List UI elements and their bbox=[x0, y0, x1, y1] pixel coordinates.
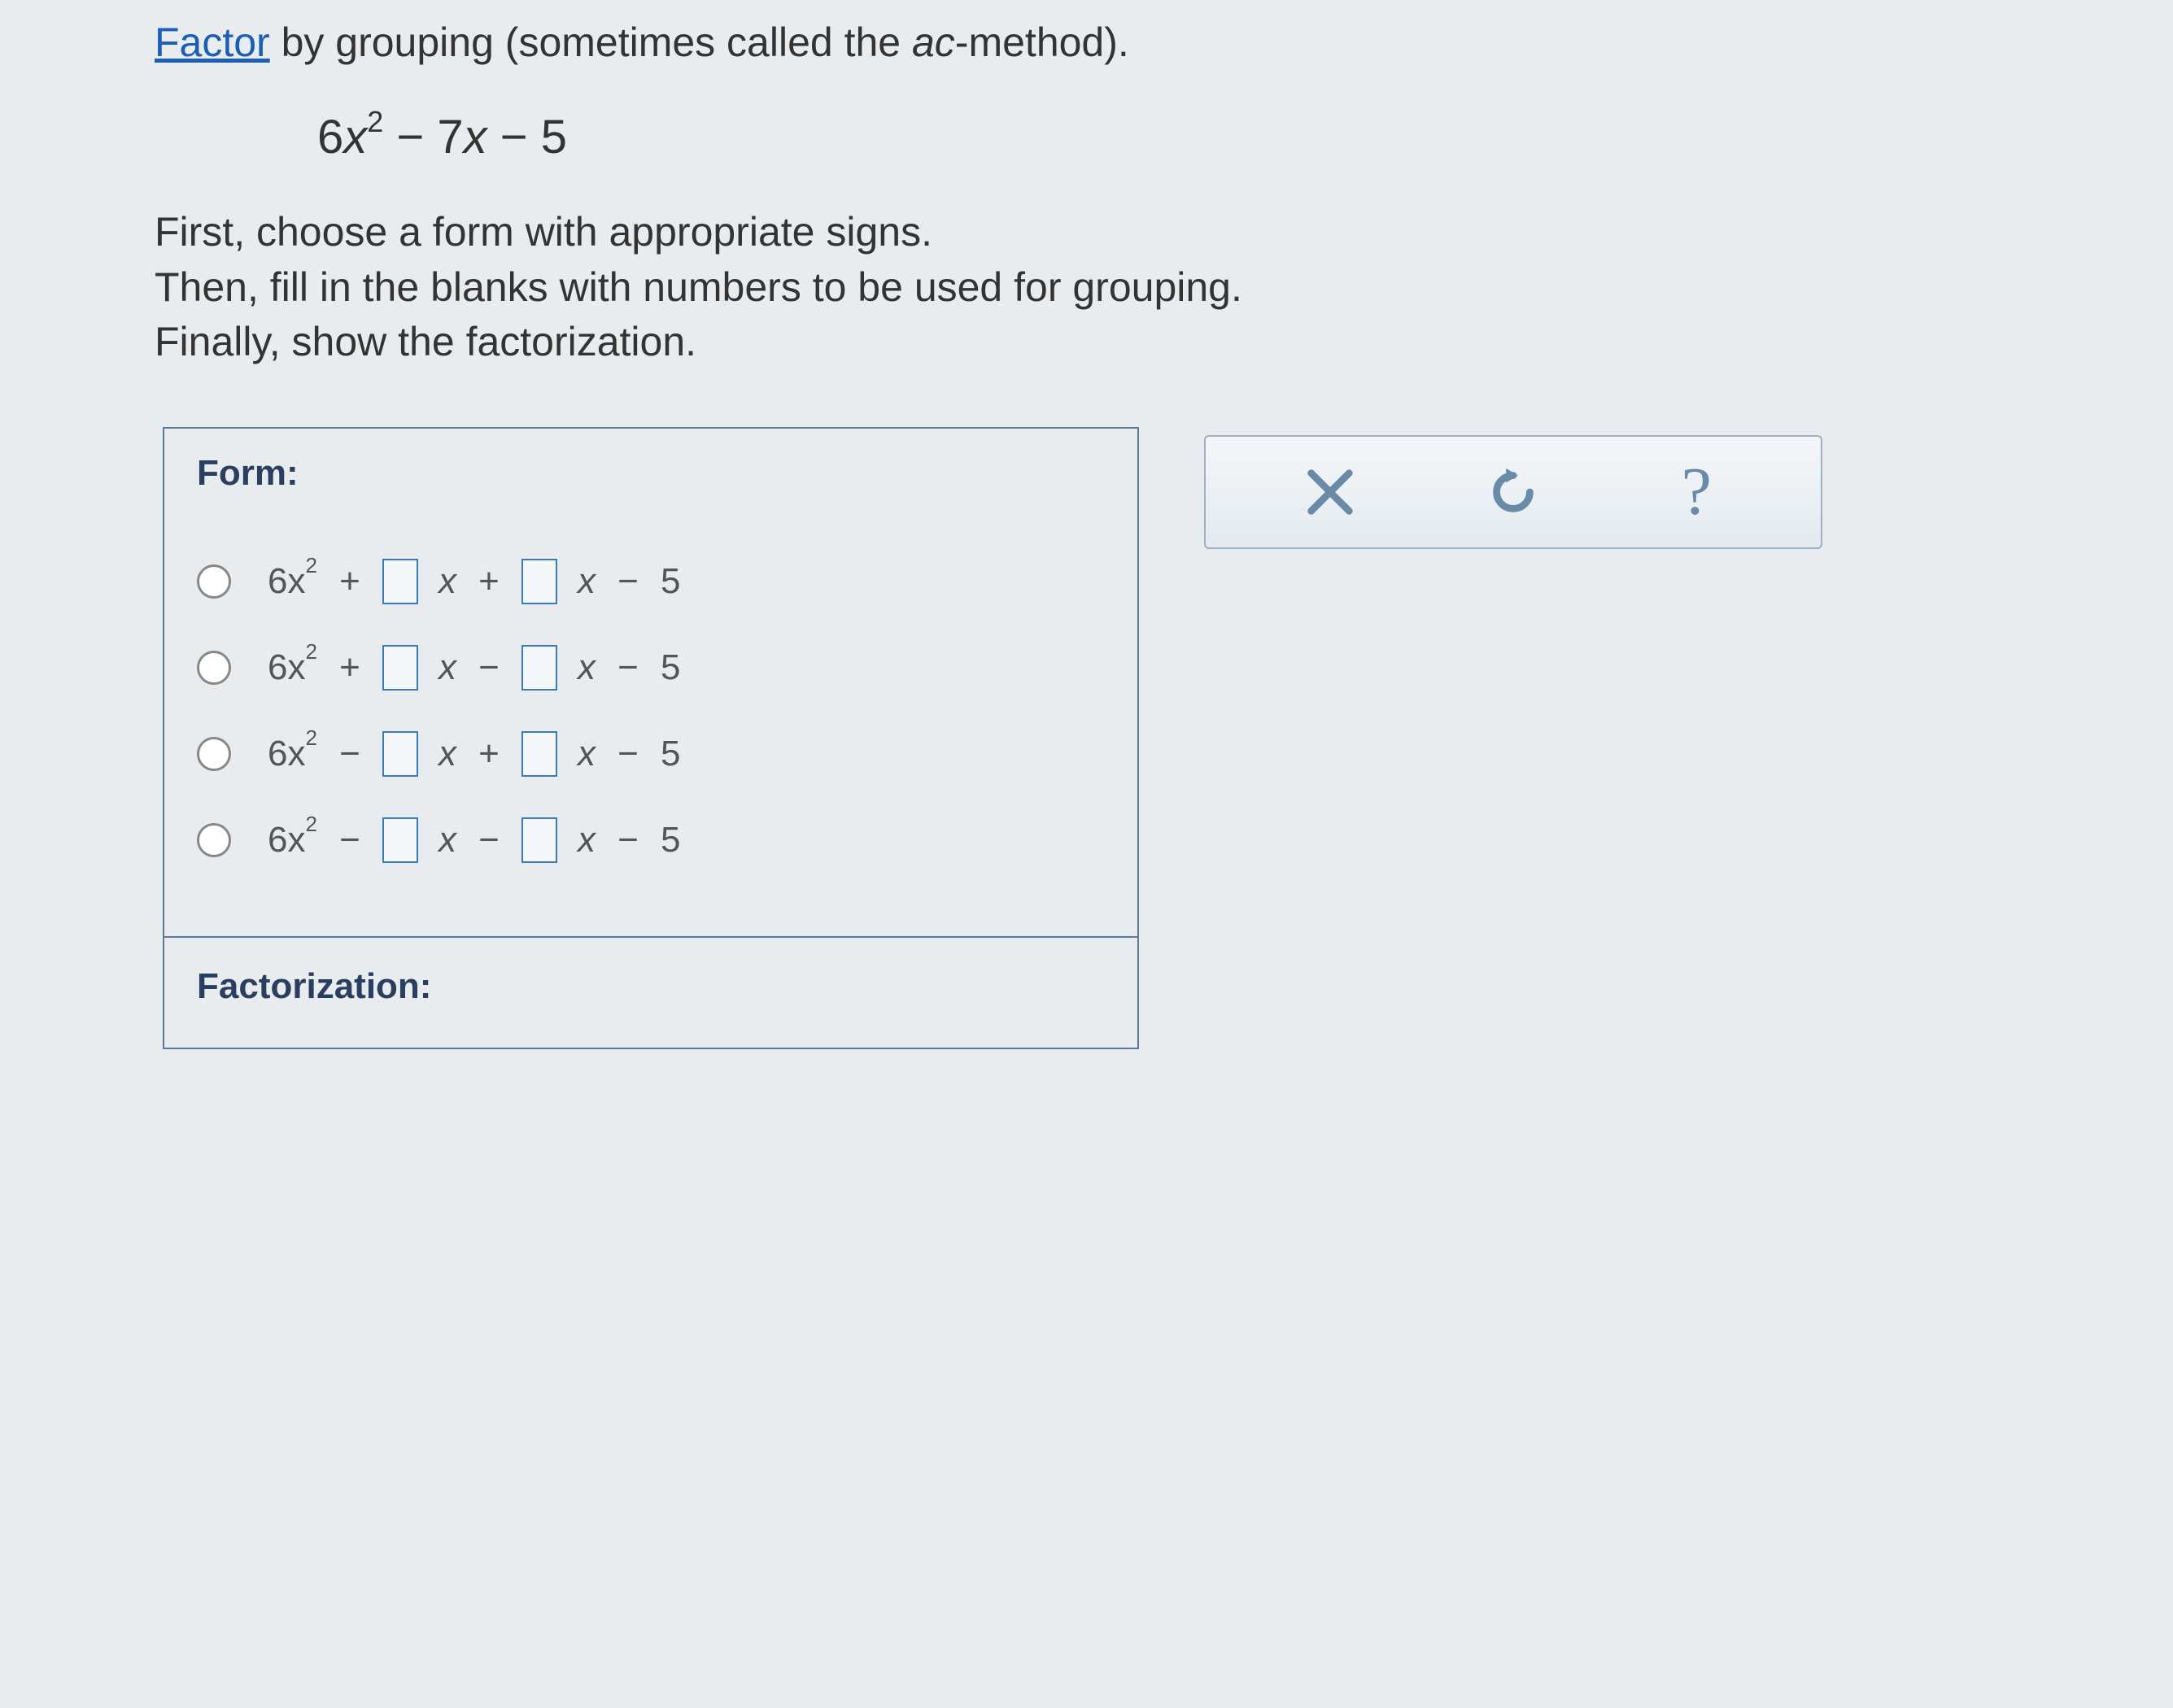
blank-input[interactable] bbox=[521, 645, 557, 691]
blank-input[interactable] bbox=[382, 645, 418, 691]
lead-term: 6x2 bbox=[268, 647, 317, 688]
reset-button[interactable] bbox=[1464, 451, 1562, 533]
radio-option-4[interactable] bbox=[197, 823, 231, 857]
variable-x: x bbox=[439, 561, 456, 602]
radio-option-2[interactable] bbox=[197, 651, 231, 685]
sign: − bbox=[477, 647, 501, 688]
variable-x: x bbox=[439, 647, 456, 688]
variable-x: x bbox=[578, 734, 596, 774]
factorization-title: Factorization: bbox=[197, 966, 1105, 1007]
blank-input[interactable] bbox=[521, 559, 557, 604]
instruction-text: Factor by grouping (sometimes called the… bbox=[155, 16, 2018, 69]
blank-input[interactable] bbox=[521, 817, 557, 863]
problem-expression: 6x2 − 7x − 5 bbox=[317, 110, 2018, 164]
sign: + bbox=[477, 561, 501, 602]
sign: − bbox=[616, 647, 640, 688]
option-row-1: 6x2 + x + x − 5 bbox=[197, 559, 1105, 604]
option-row-4: 6x2 − x − x − 5 bbox=[197, 817, 1105, 863]
lead-term: 6x2 bbox=[268, 561, 317, 602]
sign: − bbox=[338, 734, 362, 774]
sign: − bbox=[616, 820, 640, 861]
option-row-3: 6x2 − x + x − 5 bbox=[197, 731, 1105, 777]
variable-x: x bbox=[578, 561, 596, 602]
blank-input[interactable] bbox=[521, 731, 557, 777]
help-button[interactable]: ? bbox=[1647, 451, 1745, 533]
sign: − bbox=[338, 820, 362, 861]
blank-input[interactable] bbox=[382, 731, 418, 777]
factor-link[interactable]: Factor bbox=[155, 20, 270, 65]
x-icon bbox=[1302, 464, 1359, 521]
lead-term: 6x2 bbox=[268, 734, 317, 774]
options-list: 6x2 + x + x − 5 6x2 + x − bbox=[164, 502, 1137, 936]
instructions-block: First, choose a form with appropriate si… bbox=[155, 205, 2018, 370]
constant: 5 bbox=[661, 820, 680, 861]
form-title: Form: bbox=[197, 453, 1105, 494]
sign: − bbox=[616, 561, 640, 602]
variable-x: x bbox=[578, 820, 596, 861]
constant: 5 bbox=[661, 734, 680, 774]
constant: 5 bbox=[661, 561, 680, 602]
sign: + bbox=[477, 734, 501, 774]
toolbox: ? bbox=[1204, 435, 1822, 549]
question-icon: ? bbox=[1682, 458, 1712, 526]
option-row-2: 6x2 + x − x − 5 bbox=[197, 645, 1105, 691]
sign: + bbox=[338, 647, 362, 688]
sign: − bbox=[477, 820, 501, 861]
undo-icon bbox=[1485, 464, 1542, 521]
factorization-section: Factorization: bbox=[164, 936, 1137, 1048]
variable-x: x bbox=[578, 647, 596, 688]
sign: − bbox=[616, 734, 640, 774]
lead-term: 6x2 bbox=[268, 820, 317, 861]
form-panel: Form: 6x2 + x + x − 5 6x2 bbox=[163, 427, 1139, 1049]
constant: 5 bbox=[661, 647, 680, 688]
variable-x: x bbox=[439, 820, 456, 861]
radio-option-3[interactable] bbox=[197, 737, 231, 771]
blank-input[interactable] bbox=[382, 559, 418, 604]
sign: + bbox=[338, 561, 362, 602]
variable-x: x bbox=[439, 734, 456, 774]
clear-button[interactable] bbox=[1281, 451, 1379, 533]
radio-option-1[interactable] bbox=[197, 564, 231, 599]
blank-input[interactable] bbox=[382, 817, 418, 863]
